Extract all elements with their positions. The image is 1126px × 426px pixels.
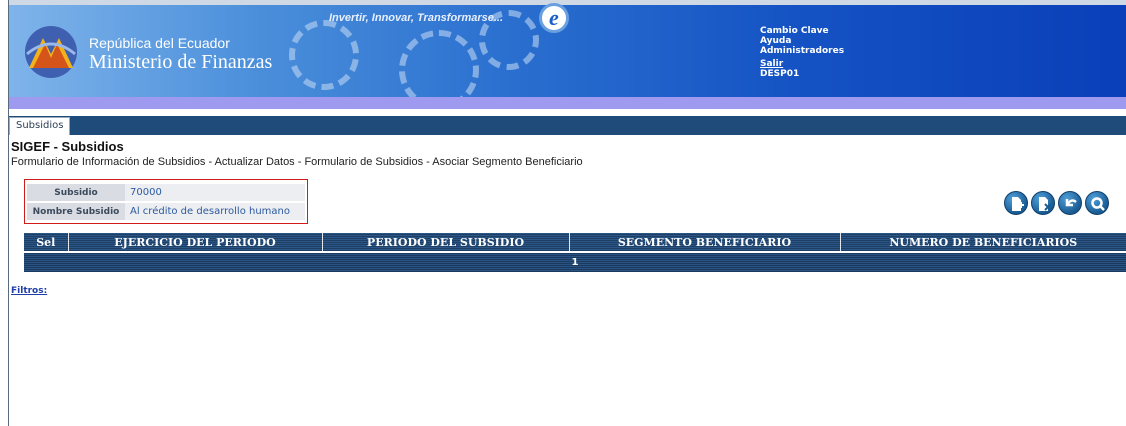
tab-bar: Subsidios xyxy=(9,116,1126,135)
brand-country: República del Ecuador xyxy=(89,35,230,51)
beneficiary-segments-table: Sel EJERCICIO DEL PERIODO PERIODO DEL SU… xyxy=(24,233,1126,272)
e-logo-icon: e xyxy=(539,3,569,33)
page-number-link[interactable]: 1 xyxy=(24,251,1126,272)
username: DESP01 xyxy=(760,69,800,79)
subsidio-value: 70000 xyxy=(125,184,305,201)
slogan: Invertir, Innovar, Transformarse... xyxy=(329,12,504,24)
nombre-subsidio-value: Al crédito de desarrollo humano xyxy=(125,203,305,220)
administrators-link[interactable]: Administradores xyxy=(760,46,844,56)
filters-link[interactable]: Filtros: xyxy=(11,286,47,296)
page-title: SIGEF - Subsidios xyxy=(11,139,124,154)
breadcrumb: Formulario de Información de Subsidios -… xyxy=(11,156,583,168)
window-left-border xyxy=(0,0,9,426)
user-menu: Cambio Clave Ayuda Administradores Salir… xyxy=(760,26,844,79)
gear-decoration xyxy=(399,30,479,97)
page: República del Ecuador Ministerio de Fina… xyxy=(9,0,1126,426)
search-button[interactable] xyxy=(1085,191,1109,215)
column-header-segmento[interactable]: SEGMENTO BENEFICIARIO xyxy=(569,233,841,252)
header-divider-bar xyxy=(9,97,1126,109)
table-header-row: Sel EJERCICIO DEL PERIODO PERIODO DEL SU… xyxy=(24,233,1126,252)
spacer xyxy=(9,109,1126,116)
site-header: República del Ecuador Ministerio de Fina… xyxy=(9,0,1126,97)
subsidy-info-box: Subsidio 70000 Nombre Subsidio Al crédit… xyxy=(24,179,308,224)
delete-record-button[interactable] xyxy=(1031,191,1055,215)
help-link[interactable]: Ayuda xyxy=(760,36,844,46)
column-header-numero[interactable]: NUMERO DE BENEFICIARIOS xyxy=(840,233,1126,252)
ministry-logo-icon xyxy=(23,24,79,80)
subsidio-label: Subsidio xyxy=(27,184,125,201)
logout-link[interactable]: Salir xyxy=(760,59,844,69)
back-button[interactable] xyxy=(1058,191,1082,215)
back-arrow-icon xyxy=(1065,199,1077,207)
document-delete-icon xyxy=(1039,197,1052,211)
brand-ministry: Ministerio de Finanzas xyxy=(89,51,273,73)
document-add-icon xyxy=(1012,197,1024,211)
gear-decoration xyxy=(289,20,359,90)
add-record-button[interactable] xyxy=(1004,191,1028,215)
change-password-link[interactable]: Cambio Clave xyxy=(760,26,844,36)
column-header-periodo[interactable]: PERIODO DEL SUBSIDIO xyxy=(322,233,570,252)
column-header-ejercicio[interactable]: EJERCICIO DEL PERIODO xyxy=(68,233,323,252)
pager-row: 1 xyxy=(24,251,1126,272)
nombre-subsidio-label: Nombre Subsidio xyxy=(27,203,125,220)
tab-subsidios[interactable]: Subsidios xyxy=(9,117,71,135)
column-header-sel[interactable]: Sel xyxy=(24,233,69,252)
magnifier-icon xyxy=(1091,197,1105,211)
info-row-nombre: Nombre Subsidio Al crédito de desarrollo… xyxy=(27,203,305,220)
info-row-subsidio: Subsidio 70000 xyxy=(27,184,305,201)
header-top-strip xyxy=(9,0,1126,5)
